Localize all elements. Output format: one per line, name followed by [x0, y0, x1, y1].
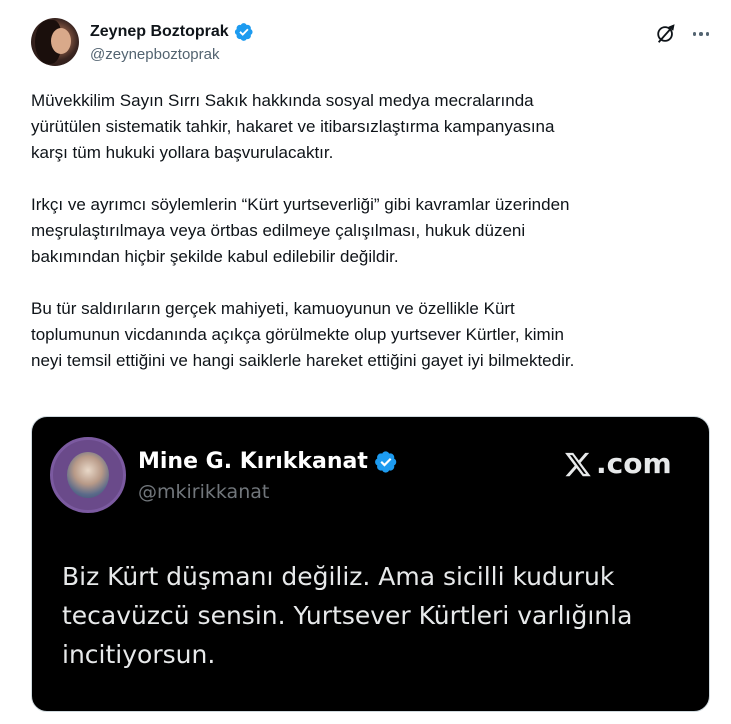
- quoted-avatar-photo: [67, 452, 109, 498]
- quoted-display-name: Mine G. Kırıkkanat: [138, 449, 368, 474]
- quoted-avatar: [50, 437, 126, 513]
- author-name-row: Zeynep Boztoprak: [90, 22, 254, 42]
- post-paragraph: Bu tür saldırıların gerçek mahiyeti, kam…: [31, 299, 575, 370]
- more-options-icon[interactable]: [690, 24, 712, 44]
- quoted-verified-badge-icon: [374, 450, 397, 473]
- quoted-handle: @mkirikkanat: [138, 481, 270, 503]
- post-paragraph: Irkçı ve ayrımcı söylemlerin “Kürt yurts…: [31, 195, 570, 266]
- tweet: Zeynep Boztoprak @zeynepboztoprak Müvekk…: [0, 0, 731, 724]
- x-com-watermark: .com: [562, 447, 672, 480]
- quoted-tweet-text: Biz Kürt düşmanı değiliz. Ama sicilli ku…: [62, 562, 633, 669]
- post-text: Müvekkilim Sayın Sırrı Sakık hakkında so…: [31, 88, 721, 400]
- avatar-face: [51, 28, 71, 54]
- author-display-name[interactable]: Zeynep Boztoprak: [90, 23, 229, 41]
- x-logo-icon: [565, 452, 591, 476]
- post-media-image[interactable]: Mine G. Kırıkkanat @mkirikkanat .com Biz…: [31, 416, 710, 712]
- post-paragraph: Müvekkilim Sayın Sırrı Sakık hakkında so…: [31, 91, 555, 162]
- grok-icon[interactable]: [655, 23, 677, 45]
- author-handle[interactable]: @zeynepboztoprak: [90, 46, 219, 63]
- verified-badge-icon: [234, 23, 253, 41]
- x-com-text: .com: [596, 447, 672, 480]
- quoted-name-row: Mine G. Kırıkkanat: [138, 449, 398, 474]
- author-avatar[interactable]: [31, 18, 79, 66]
